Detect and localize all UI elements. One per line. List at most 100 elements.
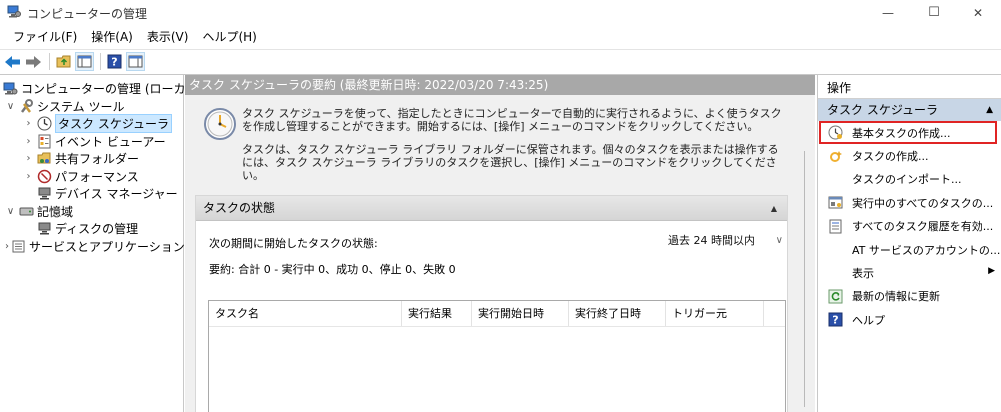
help-toolbar-button[interactable]: ? bbox=[105, 52, 124, 71]
help-icon: ? bbox=[827, 312, 843, 328]
collapse-arrow-icon[interactable]: ▲ bbox=[771, 196, 777, 221]
summary-text-1: タスク スケジューラを使って、指定したときにコンピューターで自動的に実行されるよ… bbox=[242, 107, 782, 133]
action-at-service-account[interactable]: AT サービスのアカウントの... bbox=[818, 238, 1001, 261]
tree-item-event-viewer[interactable]: › イベント ビューアー bbox=[0, 133, 183, 151]
tree-item-disk-management[interactable]: ディスクの管理 bbox=[0, 220, 183, 238]
minimize-button[interactable]: — bbox=[865, 0, 911, 25]
refresh-icon bbox=[827, 288, 843, 304]
column-end-time[interactable]: 実行終了日時 bbox=[569, 301, 666, 326]
console-tree: コンピューターの管理 (ローカル) ∨ システム ツール › タスク スケジュー… bbox=[0, 75, 202, 412]
column-trigger[interactable]: トリガー元 bbox=[666, 301, 764, 326]
action-label: 表示 bbox=[852, 267, 874, 281]
menu-help[interactable]: ヘルプ(H) bbox=[195, 27, 263, 47]
task-status-panel: タスクの状態 ▲ 次の期間に開始したタスクの状態: 過去 24 時間以内 ∨ 要… bbox=[195, 195, 788, 412]
svg-text:?: ? bbox=[111, 56, 117, 69]
tree-item-label: デバイス マネージャー bbox=[55, 187, 178, 202]
menu-bar: ファイル(F) 操作(A) 表示(V) ヘルプ(H) bbox=[0, 26, 1001, 48]
chevron-right-icon[interactable]: › bbox=[5, 241, 9, 252]
menu-action[interactable]: 操作(A) bbox=[84, 27, 140, 47]
tree-item-system-tools[interactable]: ∨ システム ツール bbox=[0, 98, 183, 116]
action-import-task[interactable]: タスクのインポート... bbox=[818, 168, 1001, 191]
task-status-header[interactable]: タスクの状態 ▲ bbox=[196, 196, 787, 221]
up-folder-button[interactable] bbox=[54, 52, 73, 71]
tree-item-shared-folders[interactable]: › 共有フォルダー bbox=[0, 150, 183, 168]
toolbar-separator bbox=[100, 53, 101, 70]
back-arrow-icon bbox=[5, 55, 20, 68]
tree-item-label: システム ツール bbox=[37, 99, 125, 114]
menu-file[interactable]: ファイル(F) bbox=[6, 27, 84, 47]
column-result[interactable]: 実行結果 bbox=[402, 301, 472, 326]
tree-item-label: ディスクの管理 bbox=[55, 222, 139, 237]
tree-item-label: コンピューターの管理 (ローカル) bbox=[21, 82, 203, 97]
tree-item-label: タスク スケジューラ bbox=[55, 114, 172, 134]
chevron-right-icon[interactable]: › bbox=[23, 118, 34, 129]
tree-item-device-manager[interactable]: デバイス マネージャー bbox=[0, 185, 183, 203]
task-status-title: タスクの状態 bbox=[203, 201, 276, 215]
maximize-button[interactable]: ☐ bbox=[911, 0, 957, 25]
forward-arrow-icon bbox=[26, 55, 41, 68]
menu-view[interactable]: 表示(V) bbox=[140, 27, 196, 47]
back-button[interactable] bbox=[3, 52, 22, 71]
task-scheduler-icon bbox=[36, 116, 52, 132]
performance-icon bbox=[36, 168, 52, 184]
shared-folders-icon bbox=[36, 151, 52, 167]
action-show-running-tasks[interactable]: 実行中のすべてのタスクの... bbox=[818, 191, 1001, 214]
show-hide-tree-button[interactable] bbox=[75, 52, 94, 71]
pane-header: タスク スケジューラの要約 (最終更新日時: 2022/03/20 7:43:2… bbox=[185, 75, 815, 95]
tree-item-storage[interactable]: ∨ 記憶域 bbox=[0, 203, 183, 221]
action-enable-history[interactable]: すべてのタスク履歴を有効... bbox=[818, 215, 1001, 238]
tree-item-performance[interactable]: › パフォーマンス bbox=[0, 168, 183, 186]
window-title: コンピューターの管理 bbox=[27, 7, 148, 21]
action-label: AT サービスのアカウントの... bbox=[852, 243, 1001, 257]
task-scheduler-clock-icon bbox=[204, 108, 236, 140]
event-viewer-icon bbox=[36, 133, 52, 149]
services-apps-icon bbox=[11, 238, 26, 254]
system-tools-icon bbox=[18, 98, 34, 114]
action-create-basic-task[interactable]: 基本タスクの作成... bbox=[819, 121, 997, 145]
period-value: 過去 24 時間以内 bbox=[668, 234, 755, 247]
action-label: 実行中のすべてのタスクの... bbox=[852, 196, 994, 210]
action-view[interactable]: 表示 ▶ bbox=[818, 261, 1001, 284]
action-create-task[interactable]: タスクの作成... bbox=[818, 144, 1001, 167]
scrollbar-track bbox=[804, 151, 805, 407]
chevron-right-icon[interactable]: › bbox=[23, 153, 34, 164]
chevron-down-icon: ∨ bbox=[775, 235, 783, 246]
title-bar: コンピューターの管理 — ☐ ✕ bbox=[0, 0, 1001, 25]
status-summary: 要約: 合計 0 - 実行中 0、成功 0、停止 0、失敗 0 bbox=[209, 263, 456, 276]
action-label: ヘルプ bbox=[852, 313, 885, 327]
svg-text:?: ? bbox=[832, 314, 838, 327]
action-label: タスクのインポート... bbox=[852, 173, 962, 187]
center-scrollbar[interactable] bbox=[799, 141, 811, 412]
chevron-down-icon[interactable]: ∨ bbox=[5, 206, 16, 217]
center-pane: タスク スケジューラの要約 (最終更新日時: 2022/03/20 7:43:2… bbox=[185, 75, 815, 412]
column-start-time[interactable]: 実行開始日時 bbox=[472, 301, 569, 326]
tree-item-services-apps[interactable]: › サービスとアプリケーション bbox=[0, 238, 185, 256]
close-button[interactable]: ✕ bbox=[955, 0, 1001, 25]
tree-item-label: パフォーマンス bbox=[55, 169, 139, 184]
tree-item-computer-management[interactable]: コンピューターの管理 (ローカル) bbox=[0, 80, 202, 98]
action-label: 基本タスクの作成... bbox=[852, 126, 951, 140]
forward-button[interactable] bbox=[24, 52, 43, 71]
period-dropdown[interactable]: 過去 24 時間以内 ∨ bbox=[665, 230, 785, 252]
device-manager-icon bbox=[36, 186, 52, 202]
actions-section-task-scheduler[interactable]: タスク スケジューラ ▲ bbox=[818, 99, 1001, 121]
tree-item-label: 共有フォルダー bbox=[55, 152, 140, 167]
maximize-icon: ☐ bbox=[928, 5, 940, 20]
create-task-icon bbox=[827, 148, 843, 164]
action-refresh[interactable]: 最新の情報に更新 bbox=[818, 285, 1001, 308]
collapse-arrow-icon[interactable]: ▲ bbox=[986, 99, 993, 121]
action-pane-icon bbox=[128, 55, 143, 68]
tree-item-task-scheduler[interactable]: › タスク スケジューラ bbox=[0, 114, 183, 134]
computer-management-icon bbox=[3, 81, 18, 97]
column-task-name[interactable]: タスク名 bbox=[209, 301, 402, 326]
action-label: 最新の情報に更新 bbox=[852, 290, 940, 304]
chevron-down-icon[interactable]: ∨ bbox=[5, 101, 16, 112]
basic-task-icon bbox=[827, 125, 843, 141]
actions-pane: 操作 タスク スケジューラ ▲ 基本タスクの作成... タスクの作成... タス… bbox=[817, 75, 1001, 412]
chevron-right-icon[interactable]: › bbox=[23, 136, 34, 147]
toolbar-separator bbox=[49, 53, 50, 70]
show-hide-action-pane-button[interactable] bbox=[126, 52, 145, 71]
action-help[interactable]: ? ヘルプ bbox=[818, 308, 1001, 331]
submenu-arrow-icon: ▶ bbox=[988, 266, 995, 277]
chevron-right-icon[interactable]: › bbox=[23, 171, 34, 182]
